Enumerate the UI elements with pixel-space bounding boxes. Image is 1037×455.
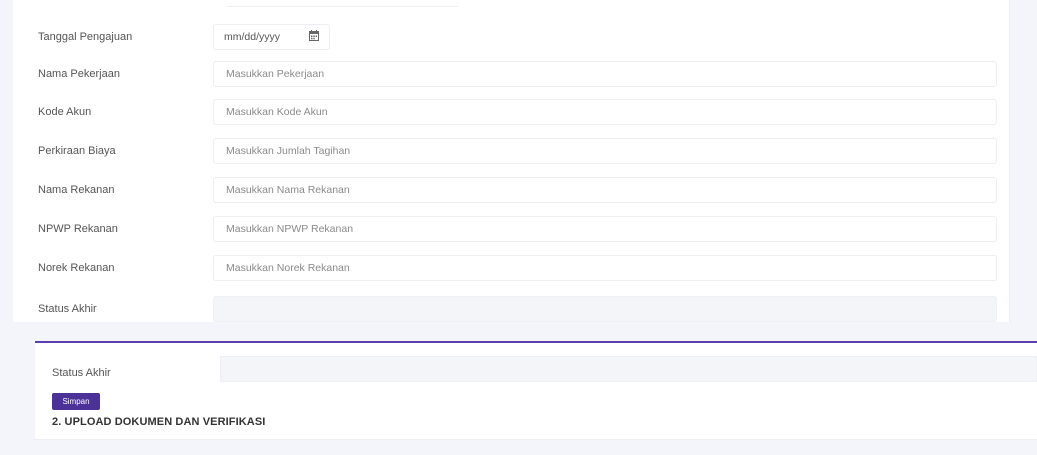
field-label: Nama Pekerjaan <box>38 68 120 80</box>
field-label: Norek Rekanan <box>38 262 115 274</box>
nama-rekanan-input[interactable]: Masukkan Nama Rekanan <box>213 177 997 203</box>
status-akhir-field <box>213 296 997 322</box>
form-row-status-akhir: Status Akhir <box>13 296 1009 324</box>
form-panel: Tanggal Pengajuan mm/dd/yyyy Nama Pekerj… <box>13 0 1010 322</box>
form-row-nama-rekanan: Nama Rekanan Masukkan Nama Rekanan <box>13 177 1009 205</box>
field-label: Perkiraan Biaya <box>38 145 116 157</box>
field-label: Nama Rekanan <box>38 184 115 196</box>
field-label: Status Akhir <box>38 303 97 315</box>
date-value: mm/dd/yyyy <box>224 31 281 43</box>
form-row-nama-pekerjaan: Nama Pekerjaan Masukkan Pekerjaan <box>13 61 1009 89</box>
divider <box>35 439 1037 440</box>
nama-pekerjaan-input[interactable]: Masukkan Pekerjaan <box>213 61 997 87</box>
field-label: Tanggal Pengajuan <box>38 31 133 43</box>
divider <box>226 0 458 7</box>
placeholder-text: Masukkan Pekerjaan <box>226 68 325 80</box>
kode-akun-input[interactable]: Masukkan Kode Akun <box>213 99 997 125</box>
form-row-kode-akun: Kode Akun Masukkan Kode Akun <box>13 99 1009 127</box>
placeholder-text: Masukkan Norek Rekanan <box>226 262 350 274</box>
norek-rekanan-input[interactable]: Masukkan Norek Rekanan <box>213 255 997 281</box>
save-button[interactable]: Simpan <box>52 393 100 410</box>
status-akhir-field <box>220 356 1037 382</box>
npwp-rekanan-input[interactable]: Masukkan NPWP Rekanan <box>213 216 997 242</box>
section-title: 2. UPLOAD DOKUMEN DAN VERIFIKASI <box>52 416 266 428</box>
field-label: Kode Akun <box>38 106 92 118</box>
placeholder-text: Masukkan Nama Rekanan <box>226 184 350 196</box>
date-input[interactable]: mm/dd/yyyy <box>213 24 330 50</box>
form-row-tanggal-pengajuan: Tanggal Pengajuan mm/dd/yyyy <box>13 24 1009 52</box>
perkiraan-biaya-input[interactable]: Masukkan Jumlah Tagihan <box>213 138 997 164</box>
form-row-npwp-rekanan: NPWP Rekanan Masukkan NPWP Rekanan <box>13 216 1009 244</box>
form-row-perkiraan-biaya: Perkiraan Biaya Masukkan Jumlah Tagihan <box>13 138 1009 166</box>
placeholder-text: Masukkan Kode Akun <box>226 106 328 118</box>
form-panel-bottom: Status Akhir Simpan 2. UPLOAD DOKUMEN DA… <box>35 341 1037 440</box>
placeholder-text: Masukkan Jumlah Tagihan <box>226 145 351 157</box>
field-label: Status Akhir <box>52 367 111 379</box>
field-label: NPWP Rekanan <box>38 223 118 235</box>
placeholder-text: Masukkan NPWP Rekanan <box>226 223 354 235</box>
form-row-norek-rekanan: Norek Rekanan Masukkan Norek Rekanan <box>13 255 1009 283</box>
calendar-icon[interactable] <box>309 30 319 41</box>
